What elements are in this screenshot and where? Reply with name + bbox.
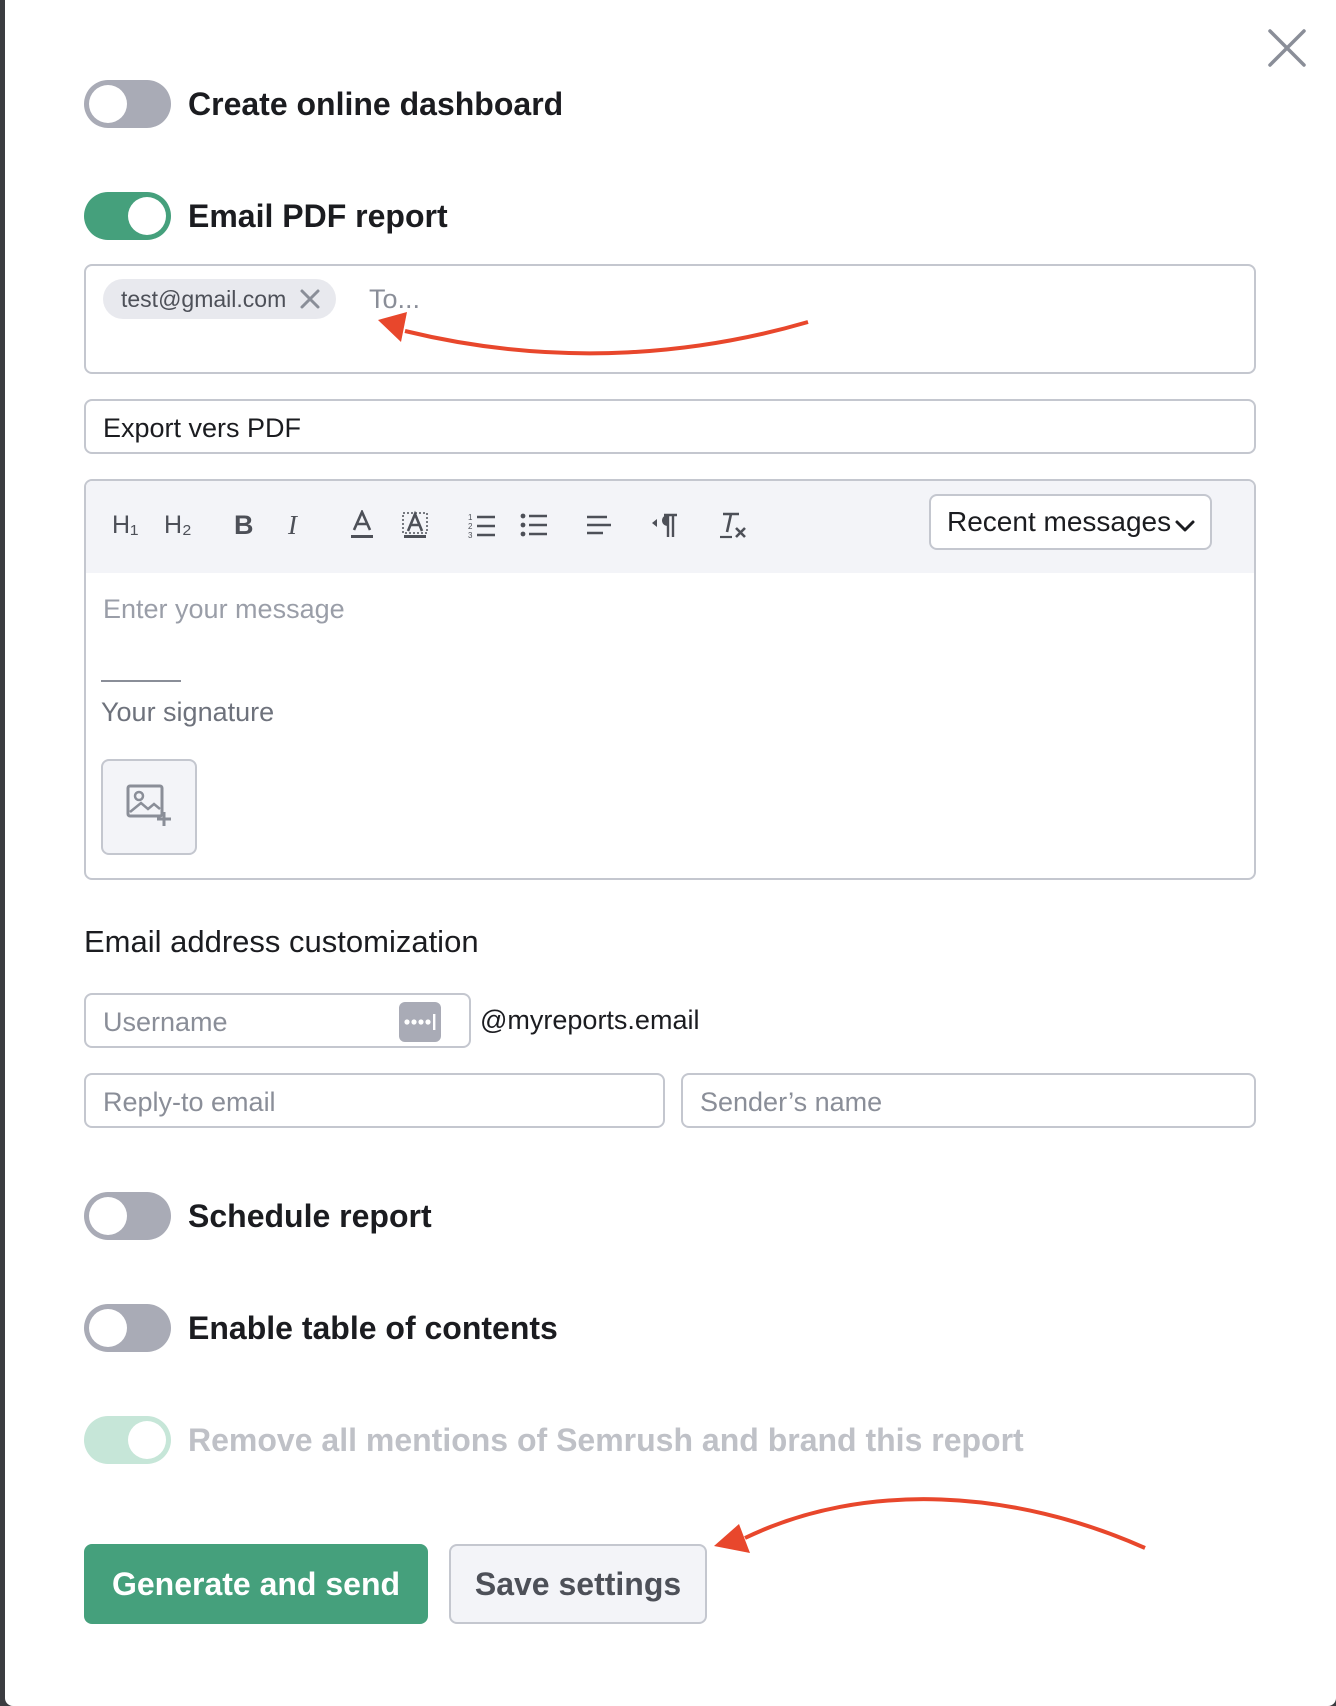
recipient-chip: test@gmail.com: [103, 279, 337, 319]
recent-messages-label: Recent messages: [947, 506, 1172, 537]
svg-text:2: 2: [468, 522, 473, 531]
online-dashboard-toggle[interactable]: [84, 80, 171, 128]
svg-text:1: 1: [468, 513, 473, 522]
reply-to-placeholder: Reply-to email: [103, 1087, 276, 1117]
email-pdf-row: Email PDF report: [84, 192, 448, 240]
signature-divider: [101, 680, 181, 682]
save-settings-button[interactable]: Save settings: [449, 1544, 707, 1624]
chevron-down-icon: [1174, 512, 1196, 534]
toc-label: Enable table of contents: [188, 1309, 558, 1346]
schedule-label: Schedule report: [188, 1197, 432, 1234]
svg-text:3: 3: [468, 531, 473, 539]
annotation-arrow-save-head: [714, 1524, 750, 1553]
ordered-list-icon[interactable]: 123: [468, 508, 496, 542]
subject-value: Export vers PDF: [103, 413, 302, 443]
report-settings-modal: Create online dashboard Email PDF report…: [5, 0, 1336, 1706]
online-dashboard-row: Create online dashboard: [84, 80, 563, 128]
recipients-input[interactable]: test@gmail.com To...: [84, 264, 1256, 374]
schedule-row: Schedule report: [84, 1192, 432, 1240]
reply-to-input[interactable]: Reply-to email: [84, 1073, 665, 1128]
online-dashboard-label: Create online dashboard: [188, 85, 564, 122]
customization-title: Email address customization: [84, 924, 479, 959]
message-placeholder[interactable]: Enter your message: [103, 594, 345, 625]
recipients-placeholder: To...: [369, 284, 421, 314]
image-upload-button[interactable]: [101, 759, 197, 855]
toc-row: Enable table of contents: [84, 1304, 558, 1352]
bold-button[interactable]: B: [234, 508, 254, 542]
italic-button[interactable]: I: [288, 508, 297, 542]
white-label-label: Remove all mentions of Semrush and brand…: [188, 1421, 1024, 1458]
email-domain: @myreports.email: [480, 1005, 700, 1035]
bullet-list-icon[interactable]: [520, 508, 548, 542]
editor-toolbar: H₁ H₂ B I 123 Recent messages: [86, 481, 1254, 573]
clear-format-icon[interactable]: [718, 508, 748, 542]
toc-toggle[interactable]: [84, 1304, 171, 1352]
sender-name-placeholder: Sender’s name: [700, 1087, 883, 1117]
message-editor: H₁ H₂ B I 123 Recent messages Enter your…: [84, 479, 1256, 880]
heading1-button[interactable]: H₁: [112, 508, 139, 542]
recipient-chip-label: test@gmail.com: [121, 285, 287, 312]
username-placeholder: Username: [103, 1007, 228, 1037]
recent-messages-dropdown[interactable]: Recent messages: [929, 494, 1212, 550]
text-color-icon[interactable]: [349, 508, 375, 542]
image-add-icon: [126, 784, 172, 831]
email-pdf-toggle[interactable]: [84, 192, 171, 240]
heading2-button[interactable]: H₂: [164, 508, 192, 542]
username-input[interactable]: Username: [84, 993, 471, 1048]
password-dots-icon[interactable]: [399, 1002, 441, 1042]
white-label-toggle: [84, 1416, 171, 1464]
sender-name-input[interactable]: Sender’s name: [681, 1073, 1256, 1128]
close-icon[interactable]: [1267, 28, 1307, 68]
generate-and-send-button[interactable]: Generate and send: [84, 1544, 428, 1624]
signature-text[interactable]: Your signature: [101, 697, 274, 728]
subject-input[interactable]: Export vers PDF: [84, 399, 1256, 454]
align-icon[interactable]: [585, 508, 613, 542]
schedule-toggle[interactable]: [84, 1192, 171, 1240]
white-label-row: Remove all mentions of Semrush and brand…: [84, 1416, 1024, 1464]
email-pdf-label: Email PDF report: [188, 197, 448, 234]
highlight-icon[interactable]: [402, 508, 428, 542]
annotation-arrow-save: [744, 1497, 1146, 1550]
remove-chip-icon[interactable]: [298, 287, 322, 311]
rtl-icon[interactable]: [651, 508, 679, 542]
